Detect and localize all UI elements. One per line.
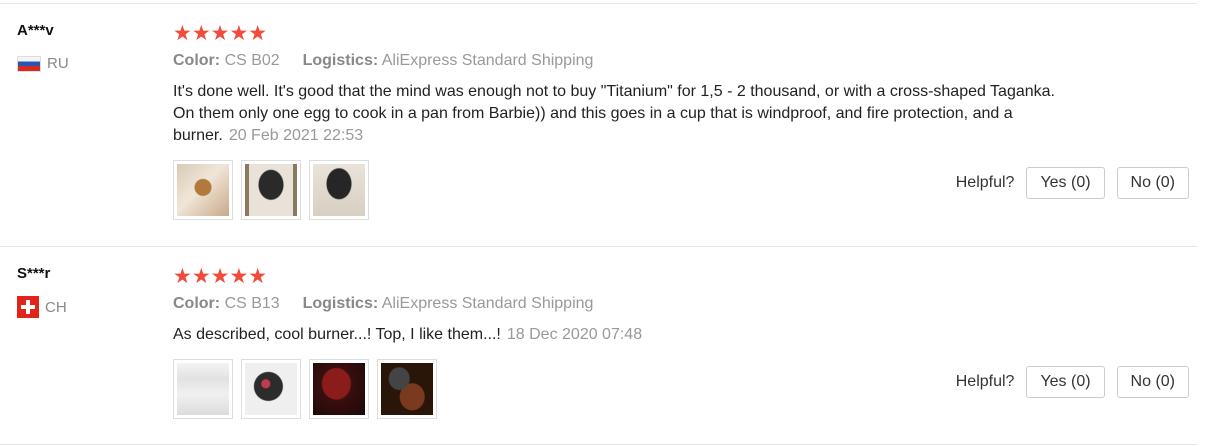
helpful-label: Helpful? [955, 373, 1015, 390]
flag-ch-icon [17, 296, 39, 318]
review-divider [0, 246, 1197, 247]
color-value: CS B02 [224, 52, 280, 69]
bottom-divider [0, 444, 1197, 445]
review-photo-thumbnail[interactable] [309, 359, 369, 419]
review-text: As described, cool burner...! Top, I lik… [173, 324, 1073, 346]
review-photo-thumbnail[interactable] [377, 359, 437, 419]
review-photo-thumbnail[interactable] [309, 160, 369, 220]
review-photo-thumbnail[interactable] [173, 359, 233, 419]
review-photo-thumbnail[interactable] [173, 160, 233, 220]
flag-ru-icon [17, 55, 41, 72]
review-meta: Color: CS B13 Logistics: AliExpress Stan… [173, 295, 593, 313]
photo-burner-front [245, 164, 297, 216]
review-photo-thumbnail[interactable] [241, 359, 301, 419]
photo-burner-kit [381, 363, 433, 415]
color-value: CS B13 [224, 295, 280, 312]
review-photos [173, 359, 437, 419]
country-code: CH [45, 298, 67, 316]
reviewer-name: S***r [17, 265, 51, 282]
review-text: It's done well. It's good that the mind … [173, 81, 1073, 147]
reviewer-name: A***v [17, 22, 54, 39]
color-label: Color: [173, 295, 221, 312]
photo-burner-box [245, 363, 297, 415]
reviewer-country: CH [17, 296, 67, 318]
star-rating: ★★★★★ [173, 22, 268, 45]
logistics-value: AliExpress Standard Shipping [381, 295, 594, 312]
helpful-controls: Helpful? Yes (0) No (0) [956, 366, 1189, 398]
review-meta: Color: CS B02 Logistics: AliExpress Stan… [173, 52, 593, 70]
helpful-controls: Helpful? Yes (0) No (0) [956, 167, 1189, 199]
review-date: 20 Feb 2021 22:53 [228, 127, 364, 144]
photo-hand-holding-cup [177, 164, 229, 216]
photo-package [177, 363, 229, 415]
logistics-label: Logistics: [302, 52, 379, 69]
photo-red-pouch [313, 363, 365, 415]
photo-burner-side [313, 164, 365, 216]
top-divider [0, 3, 1197, 4]
helpful-no-button[interactable]: No (0) [1116, 167, 1189, 199]
helpful-no-button[interactable]: No (0) [1116, 366, 1189, 398]
review-date: 18 Dec 2020 07:48 [506, 326, 643, 343]
color-label: Color: [173, 52, 221, 69]
logistics-value: AliExpress Standard Shipping [381, 52, 594, 69]
review-photos [173, 160, 369, 220]
helpful-yes-button[interactable]: Yes (0) [1026, 167, 1105, 199]
reviewer-country: RU [17, 55, 69, 72]
review-photo-thumbnail[interactable] [241, 160, 301, 220]
logistics-label: Logistics: [302, 295, 379, 312]
review-body: As described, cool burner...! Top, I lik… [173, 326, 501, 343]
country-code: RU [47, 55, 69, 72]
helpful-yes-button[interactable]: Yes (0) [1026, 366, 1105, 398]
star-rating: ★★★★★ [173, 265, 268, 288]
helpful-label: Helpful? [955, 174, 1015, 191]
